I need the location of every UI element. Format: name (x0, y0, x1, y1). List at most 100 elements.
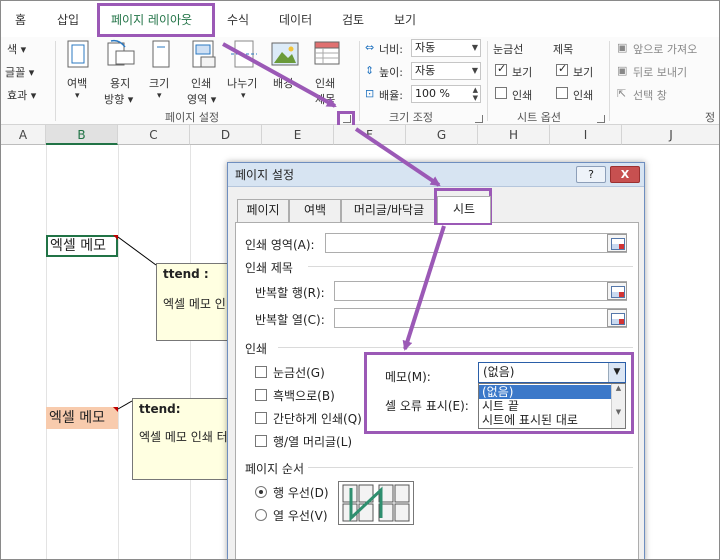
background-label: 배경 (273, 77, 294, 90)
send-backward-icon: ▣ (617, 64, 628, 77)
tab-highlight-box (97, 3, 215, 37)
column-header-g[interactable]: G (406, 125, 478, 145)
over-then-down-label: 열 우선(V) (273, 509, 328, 523)
breaks-label: 나누기 (227, 77, 258, 90)
comments-highlight-box (364, 352, 634, 434)
section-divider (278, 347, 633, 348)
ribbon: 색 ▾ 글꼴 ▾ 효과 ▾ 여백 ▾ 용지 방향 ▾ 크기 ▾ 인쇄 영역 ▾ … (1, 37, 719, 125)
selection-pane-button[interactable]: 선택 창 (633, 87, 667, 103)
page-order-preview-icon (338, 481, 414, 525)
print-area-icon (192, 40, 216, 68)
width-combo[interactable]: 자동 ▼ (411, 39, 481, 57)
gridlines-print-checkbox[interactable] (495, 87, 507, 99)
column-header-h[interactable]: H (478, 125, 550, 145)
note-connector-line (117, 400, 133, 410)
column-header-c[interactable]: C (118, 125, 190, 145)
column-header-i[interactable]: I (550, 125, 622, 145)
scale-dialog-launcher[interactable] (475, 115, 483, 123)
size-button[interactable]: 크기 ▾ (147, 39, 177, 107)
breaks-icon (231, 40, 257, 68)
bring-forward-button[interactable]: 앞으로 가져오 (633, 41, 697, 57)
range-select-icon[interactable] (607, 234, 627, 252)
bring-forward-icon: ▣ (617, 41, 628, 54)
print-titles-label2: 제목 (315, 93, 336, 106)
row-col-headings-checkbox[interactable] (255, 435, 267, 447)
print-area-label2: 영역 ▾ (187, 93, 217, 106)
column-header-f[interactable]: F (334, 125, 406, 145)
margins-label: 여백 (67, 77, 88, 90)
headings-print-label: 인쇄 (573, 89, 594, 102)
cell-b-memo-selected[interactable]: 엑셀 메모 (46, 235, 118, 257)
width-icon: ⇔ (365, 41, 375, 54)
tab-view[interactable]: 보기 (394, 11, 416, 28)
scale-icon: ⊡ (365, 87, 375, 100)
gridlines-view-checkbox[interactable] (495, 62, 507, 76)
close-button[interactable]: X (610, 166, 640, 183)
scale-spinner[interactable]: 100 % ▲ ▼ (411, 85, 481, 103)
print-area-input[interactable] (325, 233, 627, 253)
divider (609, 41, 610, 121)
selection-pane-icon: ⇱ (617, 87, 627, 100)
size-label: 크기 (149, 77, 170, 90)
orientation-icon (107, 39, 135, 66)
tab-insert[interactable]: 삽입 (57, 11, 79, 28)
print-titles-heading: 인쇄 제목 (245, 261, 293, 275)
range-select-icon[interactable] (607, 309, 627, 327)
column-header-d[interactable]: D (190, 125, 262, 145)
tab-margins[interactable]: 여백 (289, 199, 341, 222)
over-then-down-radio[interactable] (255, 509, 267, 521)
down-then-over-label: 행 우선(D) (273, 486, 329, 500)
height-label: 높이: (379, 66, 403, 79)
rows-repeat-input[interactable] (334, 281, 627, 301)
section-divider (308, 266, 633, 267)
column-header-e[interactable]: E (262, 125, 334, 145)
theme-effects-button[interactable]: 효과 ▾ (7, 87, 36, 103)
column-header-b[interactable]: B (46, 125, 118, 145)
column-header-a[interactable]: A (1, 125, 46, 145)
height-combo[interactable]: 자동 ▼ (411, 62, 481, 80)
cols-repeat-input[interactable] (334, 308, 627, 328)
send-backward-button[interactable]: 뒤로 보내기 (633, 64, 687, 80)
note-author: ttend: (139, 402, 181, 416)
sheet-options-dialog-launcher[interactable] (597, 115, 605, 123)
draft-quality-checkbox[interactable] (255, 412, 267, 424)
divider (55, 41, 56, 121)
print-titles-button[interactable]: 인쇄 제목 (311, 39, 345, 107)
tab-header-footer[interactable]: 머리글/바닥글 (341, 199, 437, 222)
headings-print-checkbox[interactable] (556, 87, 568, 99)
cell-b-memo-filled[interactable]: 엑셀 메모 (46, 407, 118, 429)
theme-fonts-button[interactable]: 글꼴 ▾ (5, 64, 34, 80)
column-header-j[interactable]: J (622, 125, 719, 145)
tab-page[interactable]: 페이지 (237, 199, 289, 222)
margins-button[interactable]: 여백 ▾ (63, 39, 95, 107)
print-section-heading: 인쇄 (245, 342, 268, 356)
help-button[interactable]: ? (576, 166, 606, 183)
print-area-label: 인쇄 (191, 77, 212, 90)
print-area-label: 인쇄 영역(A): (245, 238, 315, 252)
group-arrange-label: 정 (705, 111, 716, 124)
print-titles-icon (314, 41, 340, 65)
group-page-setup-label: 페이지 설정 (165, 111, 220, 124)
comment-indicator-icon (113, 235, 118, 240)
tab-sheet[interactable]: 시트 (437, 196, 491, 223)
orientation-button[interactable]: 용지 방향 ▾ (102, 39, 138, 107)
theme-colors-button[interactable]: 색 ▾ (7, 41, 26, 57)
tab-data[interactable]: 데이터 (279, 11, 312, 28)
section-divider (308, 467, 633, 468)
gridlines-checkbox[interactable] (255, 366, 267, 378)
headings-view-checkbox[interactable] (556, 62, 568, 76)
gridline (118, 145, 119, 559)
height-icon: ⇕ (365, 64, 375, 77)
print-area-button[interactable]: 인쇄 영역 ▾ (187, 39, 221, 107)
tab-review[interactable]: 검토 (342, 11, 364, 28)
background-button[interactable]: 배경 (269, 39, 303, 107)
note-connector-line (117, 236, 157, 266)
gridline (190, 145, 191, 559)
breaks-button[interactable]: 나누기 ▾ (227, 39, 263, 107)
range-select-icon[interactable] (607, 282, 627, 300)
tab-home[interactable]: 홈 (15, 11, 26, 28)
breaks-caret: ▾ (241, 91, 246, 101)
black-white-checkbox[interactable] (255, 389, 267, 401)
down-then-over-radio[interactable] (255, 486, 267, 498)
tab-formulas[interactable]: 수식 (227, 11, 249, 28)
